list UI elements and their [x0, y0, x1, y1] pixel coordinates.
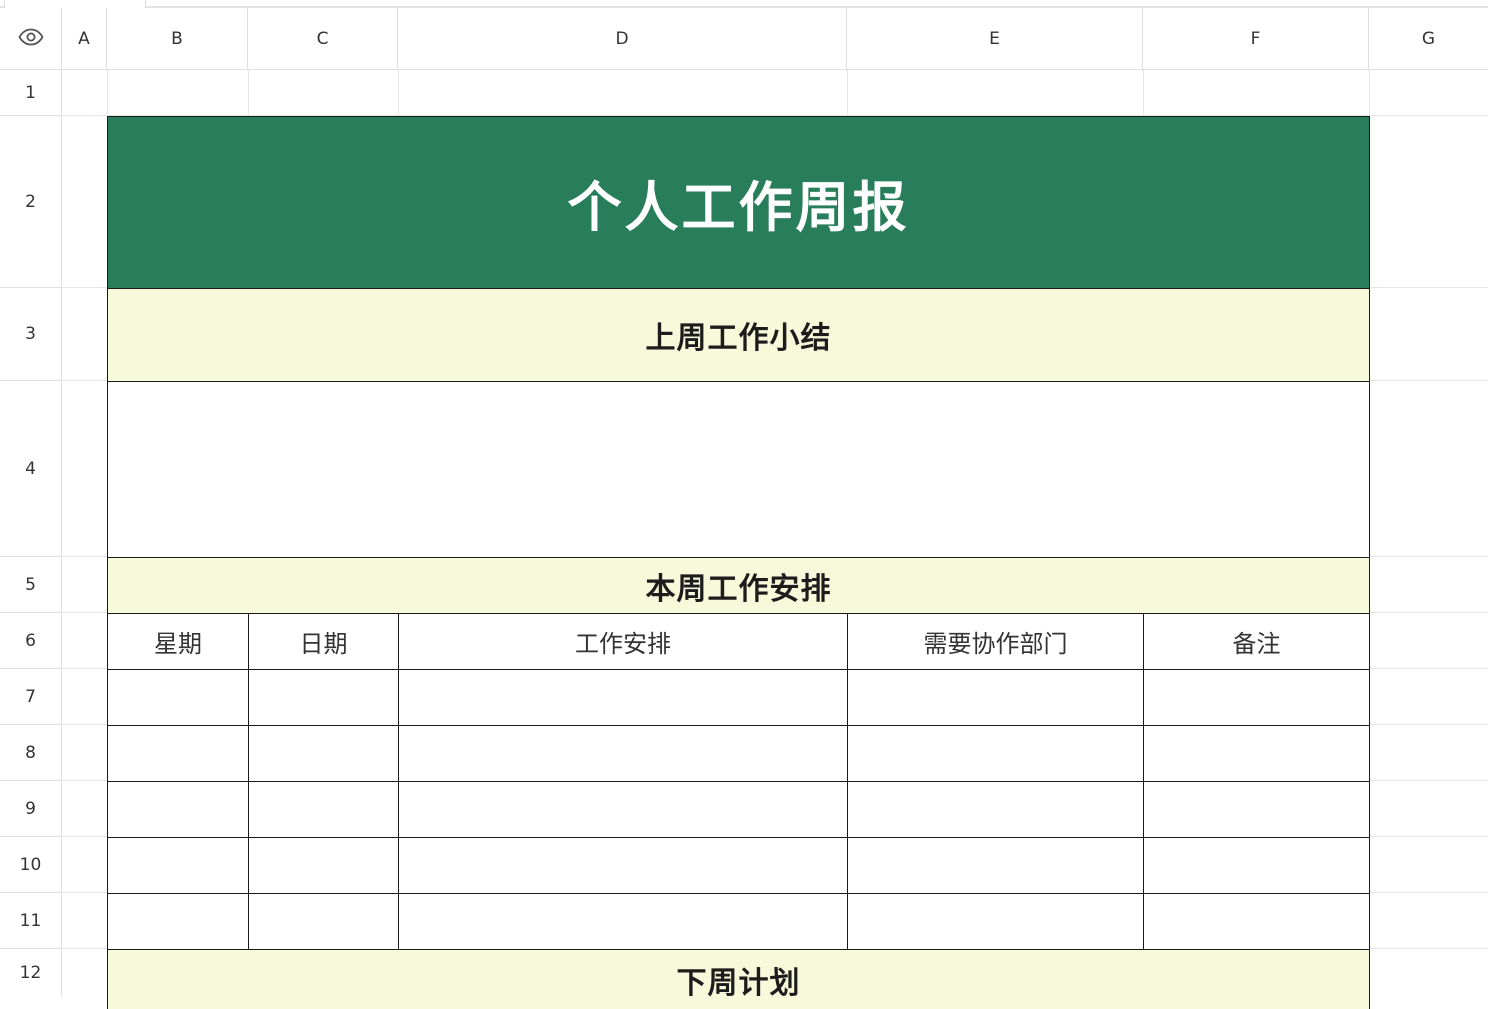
table-cell[interactable]: [847, 837, 1144, 894]
table-cell[interactable]: [398, 837, 848, 894]
column-header-a[interactable]: A: [62, 8, 107, 70]
eye-icon[interactable]: [17, 28, 44, 50]
gridline: [847, 70, 848, 116]
table-cell[interactable]: [398, 893, 848, 950]
gridline: [248, 70, 249, 116]
gridline: [62, 724, 107, 725]
sheet-tab-strip: [0, 0, 1488, 8]
row-header-12[interactable]: 12: [0, 949, 62, 997]
gridline: [1369, 780, 1488, 781]
gridline: [1369, 556, 1488, 557]
table-cell[interactable]: [107, 725, 249, 782]
select-all-corner[interactable]: [0, 8, 62, 70]
row-header-11[interactable]: 11: [0, 893, 62, 949]
table-cell[interactable]: [398, 669, 848, 726]
gridline: [1369, 612, 1488, 613]
gridline: [1369, 892, 1488, 893]
column-header-f[interactable]: F: [1143, 8, 1369, 70]
row-header-6[interactable]: 6: [0, 613, 62, 669]
row-header-2[interactable]: 2: [0, 116, 62, 288]
gridline: [1369, 380, 1488, 381]
table-header-weekday: 星期: [154, 630, 202, 658]
last-week-summary-content-cell[interactable]: [107, 381, 1370, 558]
next-week-plan-header: 下周计划: [676, 966, 801, 1001]
gridline: [1369, 948, 1488, 949]
last-week-summary-header-cell[interactable]: 上周工作小结: [107, 288, 1370, 382]
table-cell[interactable]: [1143, 837, 1370, 894]
column-header-e[interactable]: E: [847, 8, 1143, 70]
table-cell[interactable]: [107, 669, 249, 726]
table-cell[interactable]: [1143, 725, 1370, 782]
table-cell[interactable]: [847, 725, 1144, 782]
this-week-plan-header-cell[interactable]: 本周工作安排: [107, 557, 1370, 614]
column-header-g[interactable]: G: [1369, 8, 1488, 70]
table-cell[interactable]: [847, 893, 1144, 950]
table-cell[interactable]: [1143, 893, 1370, 950]
table-cell[interactable]: [107, 781, 249, 838]
gridline: [1369, 668, 1488, 669]
gridline: [1369, 287, 1488, 288]
table-cell[interactable]: [398, 725, 848, 782]
table-cell[interactable]: [107, 893, 249, 950]
row-header-5[interactable]: 5: [0, 557, 62, 613]
table-cell[interactable]: [248, 669, 399, 726]
last-week-summary-header: 上周工作小结: [645, 321, 832, 356]
row-header-8[interactable]: 8: [0, 725, 62, 781]
table-cell[interactable]: [1143, 781, 1370, 838]
table-cell[interactable]: [1143, 669, 1370, 726]
gridline: [62, 948, 107, 949]
gridline: [62, 668, 107, 669]
table-cell[interactable]: [248, 781, 399, 838]
table-header-remarks-cell[interactable]: 备注: [1143, 613, 1370, 670]
row-header-7[interactable]: 7: [0, 669, 62, 725]
row-header-9[interactable]: 9: [0, 781, 62, 837]
row-header-3[interactable]: 3: [0, 288, 62, 381]
column-header-d[interactable]: D: [398, 8, 847, 70]
table-cell[interactable]: [107, 837, 249, 894]
gridline: [1369, 70, 1370, 116]
table-header-weekday-cell[interactable]: 星期: [107, 613, 249, 670]
table-header-departments-cell[interactable]: 需要协作部门: [847, 613, 1144, 670]
table-header-date: 日期: [299, 630, 348, 658]
this-week-plan-header: 本周工作安排: [645, 571, 832, 607]
report-title-cell[interactable]: 个人工作周报: [107, 116, 1370, 289]
table-header-remarks: 备注: [1232, 630, 1281, 658]
gridline: [62, 287, 107, 288]
row-header-10[interactable]: 10: [0, 837, 62, 893]
table-header-work-plan-cell[interactable]: 工作安排: [398, 613, 848, 670]
table-header-departments: 需要协作部门: [923, 630, 1068, 658]
gridline: [62, 380, 107, 381]
gridline: [1369, 724, 1488, 725]
table-cell[interactable]: [847, 669, 1144, 726]
gridline: [62, 892, 107, 893]
table-cell[interactable]: [847, 781, 1144, 838]
table-cell[interactable]: [248, 725, 399, 782]
table-cell[interactable]: [248, 837, 399, 894]
table-cell[interactable]: [248, 893, 399, 950]
gridline: [62, 612, 107, 613]
gridline: [62, 556, 107, 557]
table-header-work-plan: 工作安排: [575, 630, 671, 658]
gridline: [398, 70, 399, 116]
column-header-b[interactable]: B: [107, 8, 248, 70]
gridline: [62, 836, 107, 837]
table-cell[interactable]: [398, 781, 848, 838]
next-week-plan-header-cell[interactable]: 下周计划: [107, 949, 1370, 1009]
gridline: [1369, 836, 1488, 837]
gridline: [107, 70, 108, 116]
column-header-c[interactable]: C: [248, 8, 398, 70]
report-title: 个人工作周报: [567, 176, 910, 239]
row-header-4[interactable]: 4: [0, 381, 62, 557]
gridline: [1143, 70, 1144, 116]
table-header-date-cell[interactable]: 日期: [248, 613, 399, 670]
gridline: [62, 780, 107, 781]
sheet-tab[interactable]: [4, 0, 146, 8]
row-header-1[interactable]: 1: [0, 70, 62, 116]
